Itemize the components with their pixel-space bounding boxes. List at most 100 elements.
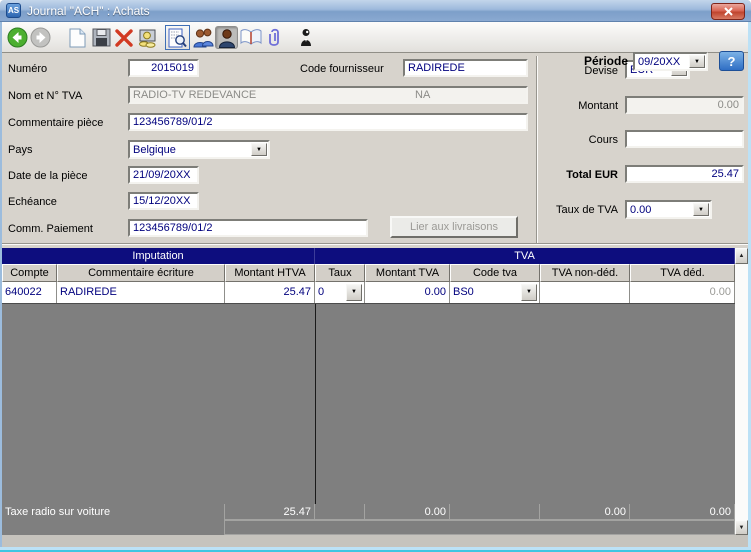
col-code-tva[interactable]: Code tva	[450, 264, 540, 282]
period-select[interactable]: 09/20XX ▼	[633, 52, 708, 71]
contacts-button[interactable]	[191, 26, 214, 49]
tva-number-value: NA	[415, 89, 430, 101]
lier-livraisons-button[interactable]: Lier aux livraisons	[390, 216, 518, 238]
cell-taux-select[interactable]: 0 ▼	[315, 282, 365, 303]
new-document-icon	[69, 28, 86, 48]
col-tva-non-ded[interactable]: TVA non-déd.	[540, 264, 630, 282]
totals-row: Taxe radio sur voiture 25.47 0.00 0.00 0…	[2, 504, 735, 520]
total-code-tva-empty	[450, 504, 540, 520]
user-icon	[217, 28, 237, 48]
taux-tva-dropdown-icon[interactable]: ▼	[693, 203, 709, 216]
col-montant-tva[interactable]: Montant TVA	[365, 264, 450, 282]
total-eur-field[interactable]: 25.47	[625, 165, 744, 183]
commentaire-piece-field[interactable]: 123456789/01/2	[128, 113, 528, 131]
cell-tva-non-ded[interactable]	[540, 282, 630, 303]
echeance-field[interactable]: 15/12/20XX	[128, 192, 199, 210]
col-compte[interactable]: Compte	[2, 264, 57, 282]
back-button[interactable]	[6, 26, 29, 49]
user-button[interactable]	[215, 26, 238, 49]
date-piece-label: Date de la pièce	[8, 170, 88, 182]
help-button[interactable]: ?	[719, 51, 744, 71]
echeance-label: Echéance	[8, 196, 57, 208]
cell-montant-htva[interactable]: 25.47	[225, 282, 315, 303]
cours-field[interactable]	[625, 130, 744, 148]
col-montant-htva[interactable]: Montant HTVA	[225, 264, 315, 282]
contacts-icon	[192, 28, 214, 48]
totals-empty-cell	[225, 520, 735, 535]
vertical-separator	[536, 56, 538, 244]
commentaire-piece-label: Commentaire pièce	[8, 117, 103, 129]
assistant-button[interactable]	[294, 26, 317, 49]
window-frame-left	[0, 20, 2, 552]
numero-label: Numéro	[8, 63, 47, 75]
total-tva-ded: 0.00	[630, 504, 735, 520]
window-frame-bottom	[0, 547, 751, 552]
cell-compte[interactable]: 640022	[2, 282, 57, 303]
grid-empty-area[interactable]	[2, 304, 735, 504]
delete-icon	[114, 28, 134, 48]
payment-button[interactable]	[136, 26, 159, 49]
totals-label: Taxe radio sur voiture	[2, 504, 225, 520]
montant-label: Montant	[530, 100, 618, 112]
total-eur-label: Total EUR	[530, 169, 618, 181]
group-header-row: Imputation TVA	[2, 248, 735, 264]
close-icon	[724, 7, 733, 16]
code-fournisseur-label: Code fournisseur	[300, 63, 384, 75]
numero-field[interactable]: 2015019	[128, 59, 199, 77]
attachment-button[interactable]	[263, 26, 286, 49]
horizontal-separator	[2, 243, 748, 245]
assistant-icon	[299, 28, 313, 47]
code-tva-cell-dropdown-icon[interactable]: ▼	[521, 284, 537, 301]
app-icon: AS	[6, 3, 21, 18]
journal-book-icon	[240, 28, 262, 47]
comm-paiement-label: Comm. Paiement	[8, 223, 93, 235]
code-fournisseur-field[interactable]: RADIREDE	[403, 59, 528, 77]
back-icon	[7, 27, 28, 48]
total-taux-empty	[315, 504, 365, 520]
col-commentaire[interactable]: Commentaire écriture	[57, 264, 225, 282]
document-form: Numéro 2015019 Code fournisseur RADIREDE…	[0, 53, 751, 248]
period-dropdown-icon[interactable]: ▼	[689, 55, 705, 68]
section-divider-line	[315, 304, 316, 504]
scroll-down-icon[interactable]: ▼	[735, 520, 748, 535]
total-tva-non-ded: 0.00	[540, 504, 630, 520]
table-row[interactable]: 640022 RADIREDE 25.47 0 ▼ 0.00 BS0 ▼ 0.0…	[2, 282, 735, 304]
title-bar: AS Journal "ACH" : Achats	[0, 0, 751, 22]
attachment-icon	[268, 27, 282, 48]
pays-dropdown-icon[interactable]: ▼	[251, 143, 267, 156]
delete-button[interactable]	[112, 26, 135, 49]
window-title: Journal "ACH" : Achats	[27, 4, 150, 18]
grid-scrollbar[interactable]: ▲ ▼	[735, 248, 748, 535]
forward-button[interactable]	[29, 26, 52, 49]
total-montant-tva: 0.00	[365, 504, 450, 520]
nom-tva-field: RADIO-TV REDEVANCE NA	[128, 86, 528, 104]
scrollbar-track[interactable]	[735, 264, 748, 520]
journal-book-button[interactable]	[239, 26, 262, 49]
group-imputation: Imputation	[2, 248, 315, 264]
taux-tva-select[interactable]: 0.00 ▼	[625, 200, 712, 219]
date-piece-field[interactable]: 21/09/20XX	[128, 166, 199, 184]
cell-montant-tva[interactable]: 0.00	[365, 282, 450, 303]
cell-commentaire[interactable]: RADIREDE	[57, 282, 225, 303]
totals-label-continuation	[2, 520, 225, 535]
preview-search-button[interactable]	[166, 26, 189, 49]
cell-code-tva-select[interactable]: BS0 ▼	[450, 282, 540, 303]
cell-tva-ded[interactable]: 0.00	[630, 282, 735, 303]
period-label: Période	[584, 54, 628, 68]
status-strip	[2, 535, 748, 547]
total-montant-htva: 25.47	[225, 504, 315, 520]
scroll-up-icon[interactable]: ▲	[735, 248, 748, 264]
col-taux[interactable]: Taux	[315, 264, 365, 282]
close-button[interactable]	[711, 3, 745, 20]
taux-cell-dropdown-icon[interactable]: ▼	[346, 284, 362, 301]
save-button[interactable]	[90, 26, 113, 49]
entries-grid: Imputation TVA Compte Commentaire écritu…	[2, 248, 748, 535]
forward-icon	[30, 27, 51, 48]
nom-tva-label: Nom et N° TVA	[8, 90, 82, 102]
group-tva: TVA	[315, 248, 735, 264]
pays-select[interactable]: Belgique ▼	[128, 140, 270, 159]
col-tva-ded[interactable]: TVA déd.	[630, 264, 735, 282]
new-document-button[interactable]	[66, 26, 89, 49]
totals-row-secondary	[2, 520, 735, 535]
comm-paiement-field[interactable]: 123456789/01/2	[128, 219, 368, 237]
